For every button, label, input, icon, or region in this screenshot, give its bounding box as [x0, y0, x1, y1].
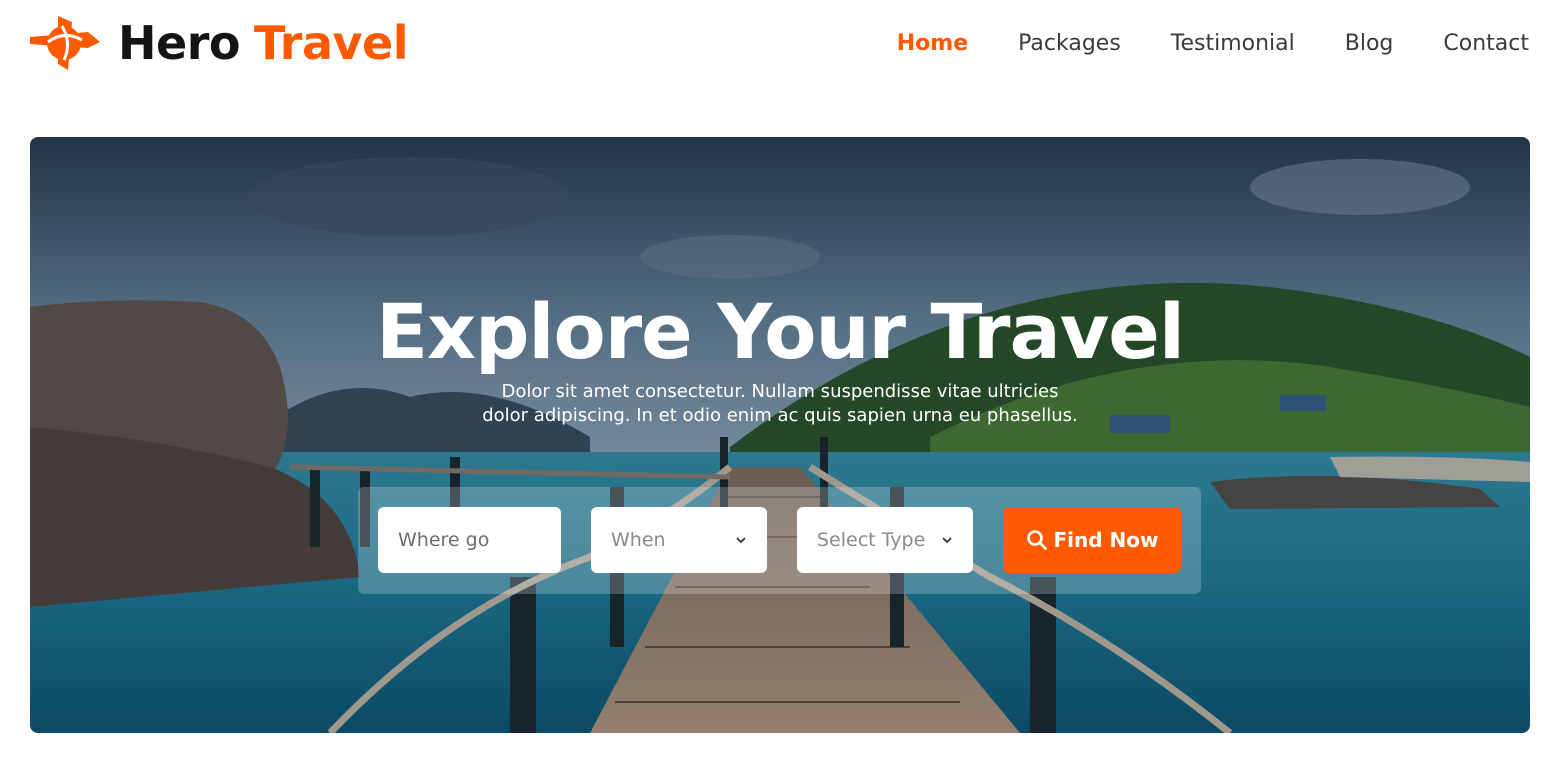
hero-overlay: [30, 137, 1530, 733]
nav-item-contact[interactable]: Contact: [1443, 28, 1529, 60]
brand-name-primary: Hero: [118, 16, 240, 70]
when-select[interactable]: When: [591, 507, 767, 573]
find-now-label: Find Now: [1053, 528, 1159, 552]
hero-subtitle-line1: Dolor sit amet consectetur. Nullam suspe…: [501, 381, 1059, 402]
nav-item-packages[interactable]: Packages: [1018, 28, 1121, 60]
chevron-down-icon: [736, 537, 746, 544]
brand-name: Hero Travel: [118, 12, 409, 74]
nav-item-blog[interactable]: Blog: [1345, 28, 1394, 60]
hero-title: Explore Your Travel: [376, 287, 1185, 376]
nav-item-testimonial[interactable]: Testimonial: [1171, 28, 1295, 60]
chevron-down-icon: [942, 537, 952, 544]
compass-plane-icon: [30, 16, 100, 70]
brand-name-accent: Travel: [253, 16, 409, 70]
where-input[interactable]: Where go: [378, 507, 561, 573]
main-nav: Home Packages Testimonial Blog Contact: [897, 28, 1529, 60]
hero-section: Explore Your Travel Dolor sit amet conse…: [30, 137, 1530, 733]
find-now-button[interactable]: Find Now: [1003, 507, 1181, 573]
where-input-placeholder: Where go: [398, 529, 490, 551]
when-select-value: When: [611, 529, 666, 551]
site-header: Hero Travel Home Packages Testimonial Blo…: [0, 0, 1561, 90]
hero-subtitle: Dolor sit amet consectetur. Nullam suspe…: [480, 380, 1080, 428]
nav-item-home[interactable]: Home: [897, 28, 968, 60]
type-select[interactable]: Select Type: [797, 507, 973, 573]
brand[interactable]: Hero Travel: [28, 12, 409, 74]
type-select-value: Select Type: [817, 529, 926, 551]
search-form: Where go When Select Type Find Now: [358, 487, 1201, 594]
hero-subtitle-line2: dolor adipiscing. In et odio enim ac qui…: [482, 405, 1078, 426]
search-icon: [1026, 530, 1047, 550]
